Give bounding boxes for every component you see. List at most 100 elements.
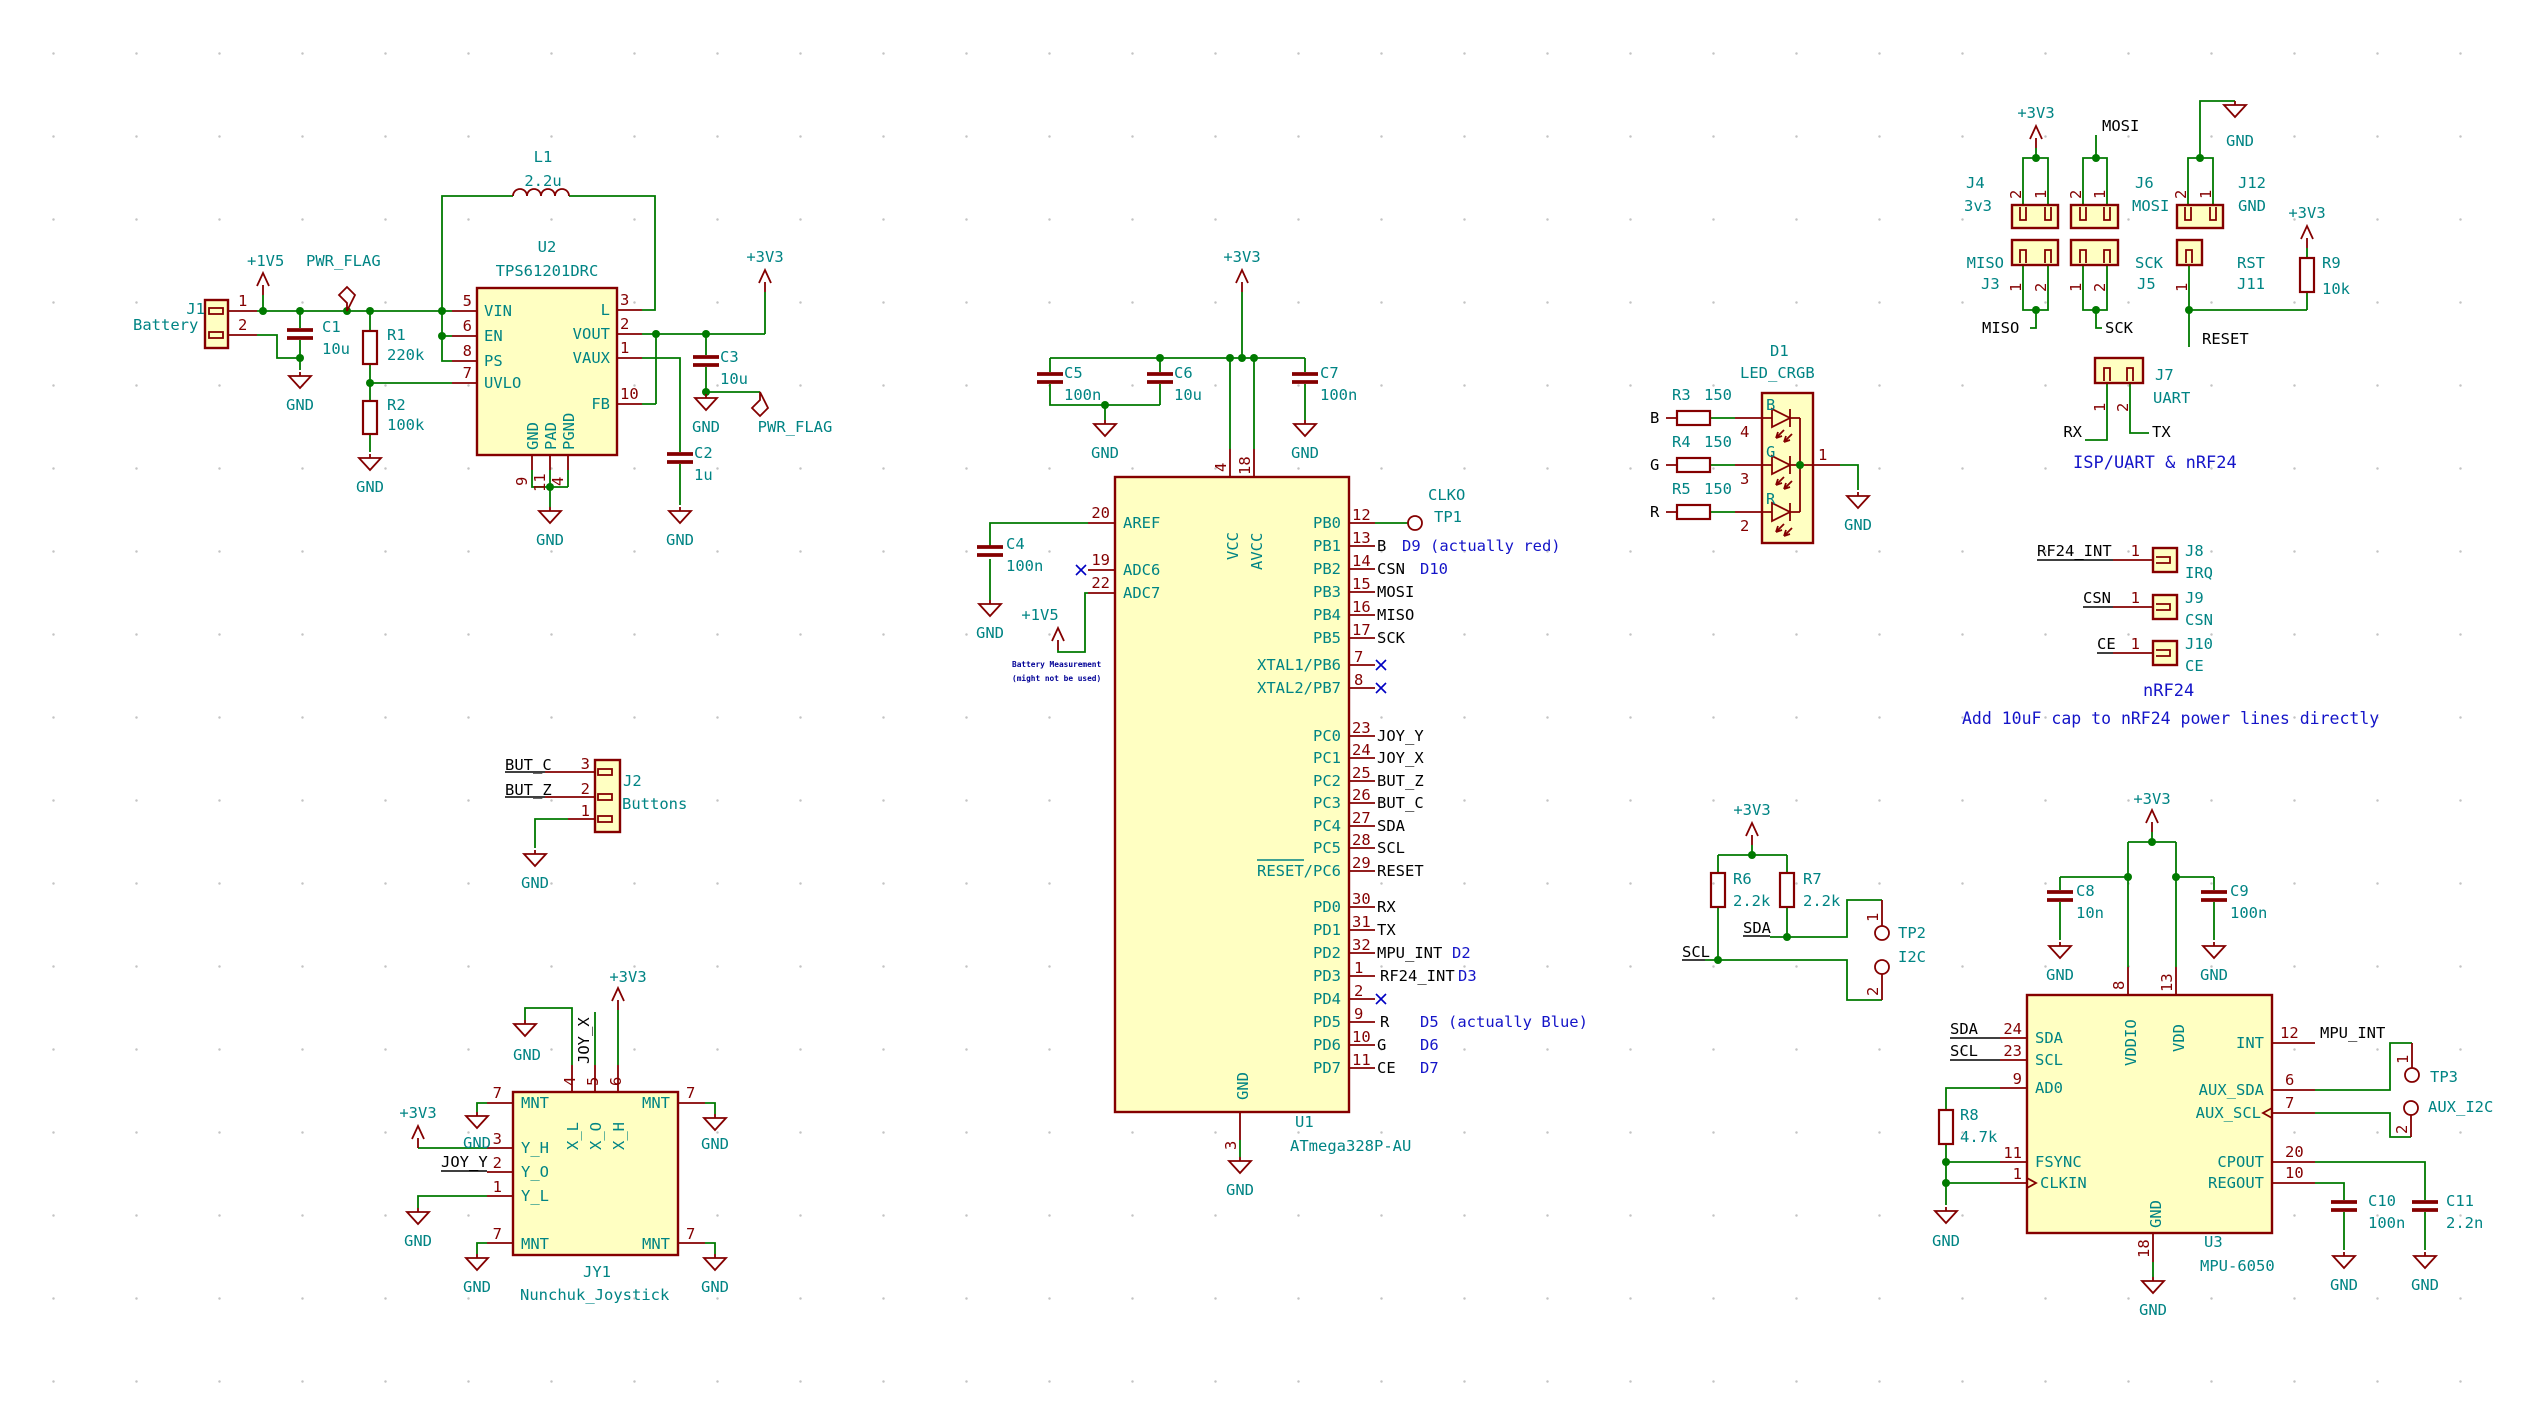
value-label: 3v3 bbox=[1964, 197, 1992, 215]
pin-number: 22 bbox=[1091, 574, 1110, 592]
ref-label: J11 bbox=[2237, 275, 2265, 293]
gnd-symbol bbox=[1935, 1207, 1957, 1223]
net-label: JOY_X bbox=[1377, 749, 1424, 767]
ref-label: J12 bbox=[2238, 174, 2266, 192]
pin-number: 11 bbox=[2003, 1144, 2022, 1162]
pin-name: PC0 bbox=[1313, 727, 1341, 745]
net-label: RX bbox=[2063, 423, 2082, 441]
pin-number: 20 bbox=[2285, 1143, 2304, 1161]
pin-name: PB3 bbox=[1313, 583, 1341, 601]
pin-number: 1 bbox=[1818, 446, 1827, 464]
pin-name: PD7 bbox=[1313, 1059, 1341, 1077]
gnd-symbol bbox=[704, 1114, 726, 1130]
pin-number: 24 bbox=[1352, 741, 1371, 759]
pin-number: 9 bbox=[513, 477, 531, 486]
pin-name: PD5 bbox=[1313, 1013, 1341, 1031]
tp2-testpoint-pad bbox=[1875, 960, 1889, 974]
pin-name: PAD bbox=[542, 422, 560, 450]
ref-label: J9 bbox=[2185, 589, 2204, 607]
plus3v3-symbol bbox=[2146, 810, 2158, 832]
gnd-symbol bbox=[539, 507, 561, 523]
plus1v5-symbol bbox=[1052, 628, 1064, 650]
pin-name: PD0 bbox=[1313, 898, 1341, 916]
plus3v3-symbol bbox=[2301, 226, 2313, 248]
pin-name: PD1 bbox=[1313, 921, 1341, 939]
value-label: TPS61201DRC bbox=[496, 262, 599, 280]
net-label: +1V5 bbox=[247, 252, 284, 270]
buttons-section: BUT_C BUT_Z 3 2 1 J2 Buttons GND bbox=[505, 755, 687, 892]
pin-number: 28 bbox=[1352, 831, 1371, 849]
junction-dot bbox=[652, 330, 660, 338]
pin-name: PS bbox=[484, 352, 503, 370]
r4-resistor bbox=[1677, 458, 1710, 472]
pin-name: PC5 bbox=[1313, 839, 1341, 857]
ref-label: J3 bbox=[1981, 275, 2000, 293]
junction-dot bbox=[438, 332, 446, 340]
pin-name: PD3 bbox=[1313, 967, 1341, 985]
header-pin-notches bbox=[2020, 207, 2216, 381]
pin-name: X_H bbox=[610, 1122, 628, 1150]
pin-number: 1 bbox=[2131, 589, 2140, 607]
pin-number: 23 bbox=[2003, 1042, 2022, 1060]
pin-name: AREF bbox=[1123, 514, 1160, 532]
gnd-label: GND bbox=[1226, 1181, 1254, 1199]
net-label: +3V3 bbox=[2133, 790, 2170, 808]
gnd-label: GND bbox=[404, 1232, 432, 1250]
d1-led-body bbox=[1762, 393, 1813, 543]
nrf24-section: RF24_INT CSN CE 1 1 1 J8 IRQ J9 CSN J10 … bbox=[1962, 542, 2379, 728]
junction-dot bbox=[2172, 873, 2180, 881]
value-label: 1u bbox=[694, 466, 713, 484]
ref-label: D1 bbox=[1770, 342, 1789, 360]
pin-name: MNT bbox=[642, 1235, 670, 1253]
pin-number: 3 bbox=[620, 291, 629, 309]
value-label: 10n bbox=[2076, 904, 2104, 922]
net-label: +3V3 bbox=[746, 248, 783, 266]
joystick-section: GND +3V3 +3V3 GND GND GND GND GND JOY_X … bbox=[399, 968, 729, 1304]
gnd-label: GND bbox=[2330, 1276, 2358, 1294]
j5-header-body bbox=[2071, 240, 2118, 265]
power-supply-section: +1V5 PWR_FLAG +3V3 J1 Battery 1 2 C1 10u… bbox=[133, 148, 832, 549]
pin-number: 7 bbox=[686, 1225, 695, 1243]
gnd-symbol bbox=[669, 507, 691, 523]
pin-number: 2 bbox=[2091, 283, 2109, 292]
ref-label: TP3 bbox=[2430, 1068, 2458, 1086]
pin-name: VOUT bbox=[573, 325, 610, 343]
value-label: 10u bbox=[322, 340, 350, 358]
gnd-label: GND bbox=[2226, 132, 2254, 150]
net-label: SDA bbox=[1743, 919, 1772, 937]
pin-number: 18 bbox=[1236, 456, 1254, 475]
pin-name: PB0 bbox=[1313, 514, 1341, 532]
ref-label: R4 bbox=[1672, 433, 1691, 451]
ref-label: C10 bbox=[2368, 1192, 2396, 1210]
pin-name: PB2 bbox=[1313, 560, 1341, 578]
pin-number: 5 bbox=[584, 1077, 602, 1086]
c3-capacitor bbox=[693, 357, 719, 365]
ref-label: R9 bbox=[2322, 254, 2341, 272]
ref-label: L1 bbox=[534, 148, 553, 166]
j7-header-body bbox=[2095, 358, 2143, 383]
net-label: CSN bbox=[2083, 589, 2111, 607]
gnd-label: GND bbox=[2411, 1276, 2439, 1294]
annotation-note: D3 bbox=[1458, 967, 1477, 985]
pin-number: 1 bbox=[2197, 190, 2215, 199]
pin-name: RESET/PC6 bbox=[1257, 862, 1341, 880]
value-label: Nunchuk_Joystick bbox=[520, 1286, 670, 1304]
net-label: CE bbox=[1377, 1059, 1396, 1077]
pin-name: PD2 bbox=[1313, 944, 1341, 962]
gnd-symbol bbox=[704, 1254, 726, 1270]
ref-label: C6 bbox=[1174, 364, 1193, 382]
junction-dot bbox=[296, 307, 304, 315]
gnd-symbol bbox=[407, 1208, 429, 1224]
pin-number: 10 bbox=[620, 385, 639, 403]
junction-dot bbox=[2185, 306, 2193, 314]
ref-label: TP1 bbox=[1434, 508, 1462, 526]
pin-name: PC2 bbox=[1313, 772, 1341, 790]
junction-dot bbox=[702, 330, 710, 338]
pin-number: 1 bbox=[2032, 190, 2050, 199]
net-label: TX bbox=[1377, 921, 1396, 939]
ref-label: R8 bbox=[1960, 1106, 1979, 1124]
junction-dot bbox=[1250, 354, 1258, 362]
net-label: R bbox=[1380, 1013, 1390, 1031]
j6-header-body bbox=[2071, 205, 2118, 228]
net-label: MPU_INT bbox=[1377, 944, 1442, 962]
